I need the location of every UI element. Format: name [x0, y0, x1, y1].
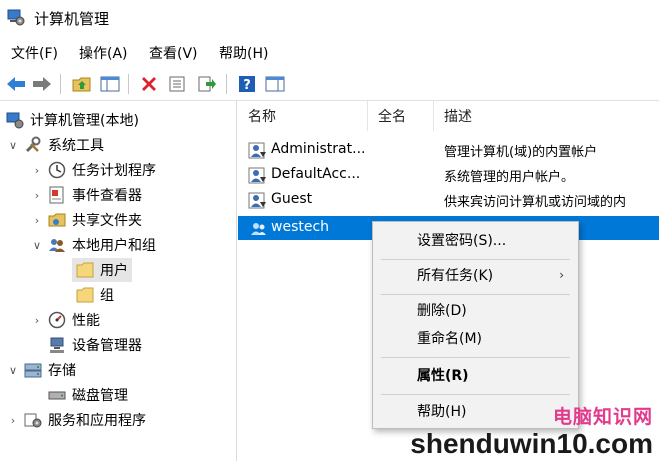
tree-label-disk-management: 磁盘管理: [72, 388, 128, 404]
tree-label-device-manager: 设备管理器: [72, 338, 142, 354]
menu-help[interactable]: 帮助(H): [219, 43, 268, 63]
forward-arrow-icon[interactable]: [31, 73, 53, 95]
users-group-icon: [48, 236, 66, 254]
show-pane-icon[interactable]: [264, 73, 286, 95]
user-description: 系统管理的用户帐户。: [444, 170, 575, 185]
clock-icon: [48, 161, 66, 179]
column-header-name[interactable]: 名称: [238, 101, 368, 131]
tree-item-task-scheduler[interactable]: › 任务计划程序: [30, 158, 156, 182]
show-tree-icon[interactable]: [99, 73, 121, 95]
user-account-icon: [248, 192, 266, 209]
context-item-all-tasks[interactable]: 所有任务(K) ›: [373, 262, 578, 288]
watermark-line2: shenduwin10.com: [410, 428, 653, 459]
chevron-right-icon[interactable]: ›: [30, 163, 44, 177]
tree-item-device-manager[interactable]: 设备管理器: [30, 333, 142, 357]
user-name: Administrat...: [271, 141, 366, 157]
context-menu: 设置密码(S)... 所有任务(K) › 删除(D) 重命名(M) 属性(R) …: [372, 221, 579, 429]
column-header-fullname[interactable]: 全名: [368, 101, 434, 131]
context-item-delete[interactable]: 删除(D): [373, 297, 578, 323]
window-title: 计算机管理: [34, 10, 110, 28]
chevron-right-icon: ›: [559, 268, 564, 282]
menu-action[interactable]: 操作(A): [79, 43, 128, 63]
tree-label-users: 用户: [100, 263, 128, 279]
user-description: 管理计算机(域)的内置帐户: [444, 145, 598, 160]
menu-file[interactable]: 文件(F): [11, 43, 58, 63]
chevron-right-icon[interactable]: ›: [30, 313, 44, 327]
context-separator: [381, 394, 570, 395]
help-icon[interactable]: ?: [236, 73, 258, 95]
user-name: westech: [271, 219, 330, 235]
tree-label-groups: 组: [100, 288, 114, 304]
computer-management-icon: [6, 111, 24, 129]
tree-item-disk-management[interactable]: 磁盘管理: [30, 383, 128, 407]
chevron-right-icon[interactable]: ›: [30, 188, 44, 202]
toolbar: ?: [0, 68, 659, 101]
tree-label-event-viewer: 事件查看器: [72, 188, 142, 204]
tree-label-system-tools: 系统工具: [48, 138, 104, 154]
performance-icon: [48, 311, 66, 329]
user-account-icon: [251, 223, 266, 235]
svg-text:?: ?: [243, 78, 251, 93]
user-account-icon: [248, 142, 266, 159]
tree-item-services-apps[interactable]: › 服务和应用程序: [6, 408, 146, 432]
tree-label-task-scheduler: 任务计划程序: [72, 163, 156, 179]
tree-label-services-apps: 服务和应用程序: [48, 413, 146, 429]
user-account-icon: [248, 167, 266, 184]
user-name: Guest: [271, 191, 313, 207]
list-item[interactable]: Guest 供来宾访问计算机或访问域的内: [238, 188, 659, 213]
device-manager-icon: [48, 336, 66, 354]
back-arrow-icon[interactable]: [5, 73, 27, 95]
tree-item-users[interactable]: 用户: [72, 258, 132, 282]
context-item-rename[interactable]: 重命名(M): [373, 325, 578, 351]
tree-item-performance[interactable]: › 性能: [30, 308, 100, 332]
tools-icon: [24, 136, 42, 154]
context-item-properties[interactable]: 属性(R): [373, 362, 578, 388]
tree-label-root: 计算机管理(本地): [30, 113, 139, 129]
delete-icon[interactable]: [138, 73, 160, 95]
event-viewer-icon: [48, 186, 66, 204]
tree-item-groups[interactable]: 组: [72, 283, 114, 307]
export-icon[interactable]: [196, 73, 218, 95]
folder-icon: [76, 261, 94, 279]
chevron-right-icon[interactable]: ›: [30, 213, 44, 227]
context-item-set-password[interactable]: 设置密码(S)...: [373, 227, 578, 253]
tree-item-local-users-groups[interactable]: ∨ 本地用户和组: [30, 233, 156, 257]
context-separator: [381, 294, 570, 295]
storage-icon: [24, 361, 42, 379]
chevron-down-icon[interactable]: ∨: [6, 138, 20, 152]
tree-label-storage: 存储: [48, 363, 76, 379]
user-name: DefaultAcc...: [271, 166, 361, 182]
context-separator: [381, 259, 570, 260]
chevron-down-icon[interactable]: ∨: [30, 238, 44, 252]
disk-icon: [48, 386, 66, 404]
tree-item-system-tools[interactable]: ∨ 系统工具: [6, 133, 104, 157]
watermark-line1: 电脑知识网: [552, 406, 653, 428]
tree-item-event-viewer[interactable]: › 事件查看器: [30, 183, 142, 207]
tree-item-storage[interactable]: ∨ 存储: [6, 358, 76, 382]
up-folder-icon[interactable]: [71, 73, 93, 95]
computer-management-icon: [7, 9, 25, 26]
chevron-down-icon[interactable]: ∨: [6, 363, 20, 377]
column-header-description[interactable]: 描述: [434, 101, 659, 131]
list-item[interactable]: DefaultAcc... 系统管理的用户帐户。: [238, 163, 659, 188]
tree-label-shared-folders: 共享文件夹: [72, 213, 142, 229]
tree-item-root[interactable]: 计算机管理(本地): [6, 108, 139, 132]
menu-view[interactable]: 查看(V): [149, 43, 198, 63]
services-icon: [24, 411, 42, 429]
watermark: 电脑知识网 shenduwin10.com: [410, 402, 653, 459]
title-bar: 计算机管理: [0, 0, 659, 36]
context-separator: [381, 357, 570, 358]
tree-item-shared-folders[interactable]: › 共享文件夹: [30, 208, 142, 232]
folder-icon: [76, 286, 94, 304]
menu-bar: 文件(F) 操作(A) 查看(V) 帮助(H): [0, 38, 659, 66]
navigation-tree: 计算机管理(本地) ∨ 系统工具 › 任务计划程序 › 事件查看器 › 共享文件…: [0, 101, 237, 461]
list-item[interactable]: Administrat... 管理计算机(域)的内置帐户: [238, 138, 659, 163]
tree-label-performance: 性能: [72, 313, 100, 329]
properties-icon[interactable]: [166, 73, 188, 95]
user-description: 供来宾访问计算机或访问域的内: [444, 195, 627, 210]
chevron-right-icon[interactable]: ›: [6, 413, 20, 427]
tree-label-local-users-groups: 本地用户和组: [72, 238, 156, 254]
shared-folder-icon: [48, 211, 66, 229]
